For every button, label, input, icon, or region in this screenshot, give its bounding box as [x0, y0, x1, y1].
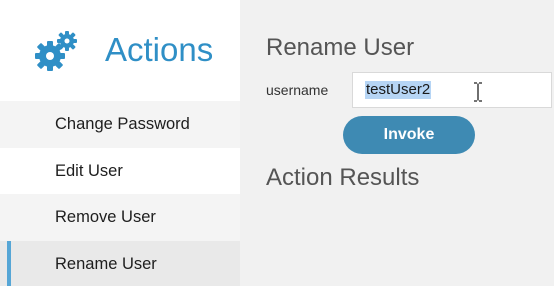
action-panel: Rename User username testUser2 Invoke Ac…: [240, 0, 554, 286]
text-cursor-icon: [474, 82, 482, 102]
username-label: username: [266, 82, 329, 98]
actions-nav: Change Password Edit User Remove User Re…: [0, 101, 240, 286]
nav-item-remove-user[interactable]: Remove User: [0, 194, 240, 241]
gears-icon: [35, 31, 77, 71]
nav-item-edit-user[interactable]: Edit User: [0, 147, 240, 194]
nav-item-change-password[interactable]: Change Password: [0, 101, 240, 148]
username-input[interactable]: testUser2: [352, 72, 552, 108]
nav-item-label: Remove User: [55, 208, 156, 226]
app-frame: Actions Change Password Edit User Remove…: [0, 0, 554, 286]
action-results-title: Action Results: [266, 164, 420, 191]
nav-item-label: Change Password: [55, 115, 190, 133]
page-title: Rename User: [266, 34, 415, 61]
nav-item-label: Rename User: [55, 254, 157, 273]
invoke-button[interactable]: Invoke: [343, 116, 475, 154]
actions-sidebar: Actions Change Password Edit User Remove…: [0, 0, 240, 286]
nav-item-label: Edit User: [55, 161, 123, 180]
sidebar-header: Actions: [0, 0, 240, 100]
nav-item-rename-user[interactable]: Rename User: [0, 240, 240, 286]
username-value: testUser2: [365, 81, 432, 99]
sidebar-title: Actions: [105, 31, 214, 68]
